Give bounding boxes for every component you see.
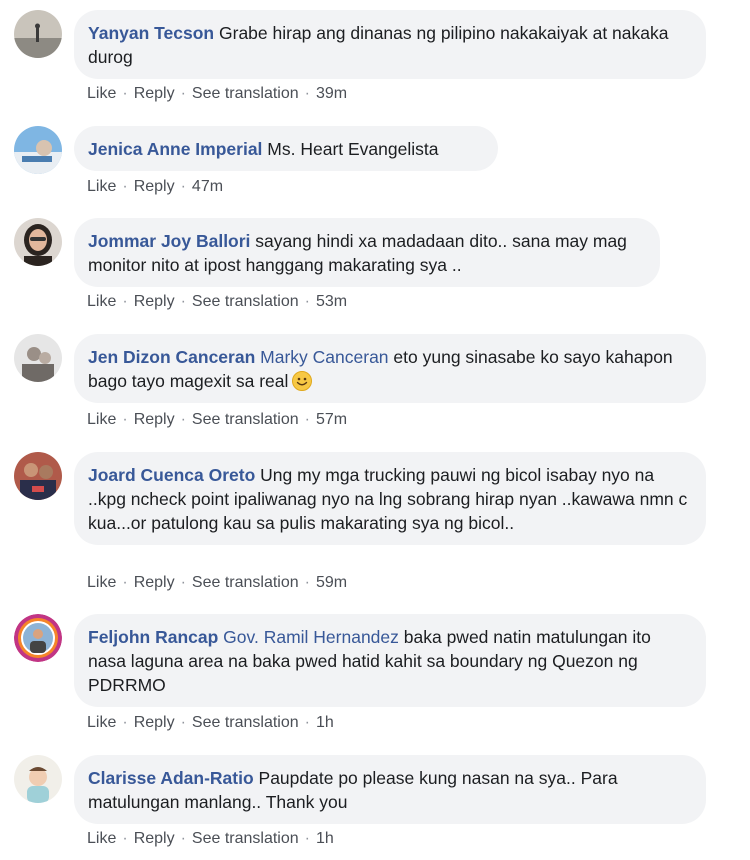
separator-dot: · — [304, 714, 310, 731]
reply-link[interactable]: Reply — [134, 714, 175, 731]
reply-link[interactable]: Reply — [134, 293, 175, 310]
timestamp[interactable]: 1h — [316, 830, 334, 847]
avatar[interactable] — [14, 218, 62, 266]
comment-bubble: Feljohn Rancap Gov. Ramil Hernandez baka… — [74, 614, 706, 707]
comment-actions: Like · Reply · 47m — [87, 178, 223, 196]
timestamp[interactable]: 1h — [316, 714, 334, 731]
like-link[interactable]: Like — [87, 85, 116, 102]
separator-dot: · — [304, 293, 310, 310]
comment-author[interactable]: Joard Cuenca Oreto — [88, 465, 255, 485]
timestamp[interactable]: 59m — [316, 574, 347, 591]
mention-link[interactable]: Gov. Ramil Hernandez — [223, 627, 399, 647]
see-translation-link[interactable]: See translation — [192, 714, 299, 731]
comment-author[interactable]: Jen Dizon Canceran — [88, 347, 255, 367]
separator-dot: · — [304, 411, 310, 428]
reply-link[interactable]: Reply — [134, 830, 175, 847]
separator-dot: · — [122, 574, 128, 591]
like-link[interactable]: Like — [87, 411, 116, 428]
reply-link[interactable]: Reply — [134, 178, 175, 195]
comment-bubble: Jen Dizon Canceran Marky Canceran eto yu… — [74, 334, 706, 403]
see-translation-link[interactable]: See translation — [192, 574, 299, 591]
comment-author[interactable]: Clarisse Adan-Ratio — [88, 768, 254, 788]
see-translation-link[interactable]: See translation — [192, 85, 299, 102]
separator-dot: · — [122, 178, 128, 195]
like-link[interactable]: Like — [87, 830, 116, 847]
comment-author[interactable]: Jommar Joy Ballori — [88, 231, 250, 251]
separator-dot: · — [122, 830, 128, 847]
separator-dot: · — [180, 85, 186, 102]
reply-link[interactable]: Reply — [134, 411, 175, 428]
like-link[interactable]: Like — [87, 293, 116, 310]
avatar[interactable] — [14, 10, 62, 58]
comment-bubble: Jenica Anne Imperial Ms. Heart Evangelis… — [74, 126, 498, 171]
smiley-emoji-icon — [292, 371, 313, 391]
comment-actions: Like · Reply · See translation · 1h — [87, 714, 334, 732]
reply-link[interactable]: Reply — [134, 574, 175, 591]
comment-author[interactable]: Jenica Anne Imperial — [88, 139, 262, 159]
see-translation-link[interactable]: See translation — [192, 411, 299, 428]
comment-author[interactable]: Yanyan Tecson — [88, 23, 214, 43]
comment-text: Ms. Heart Evangelista — [267, 139, 439, 159]
avatar[interactable] — [14, 614, 62, 662]
avatar[interactable] — [14, 452, 62, 500]
separator-dot: · — [180, 714, 186, 731]
separator-dot: · — [122, 714, 128, 731]
comment-actions: Like · Reply · See translation · 59m — [87, 574, 347, 592]
see-translation-link[interactable]: See translation — [192, 293, 299, 310]
separator-dot: · — [180, 574, 186, 591]
avatar[interactable] — [14, 755, 62, 803]
comment-actions: Like · Reply · See translation · 1h — [87, 830, 334, 848]
comment-actions: Like · Reply · See translation · 57m — [87, 411, 347, 429]
separator-dot: · — [122, 293, 128, 310]
separator-dot: · — [304, 85, 310, 102]
separator-dot: · — [180, 830, 186, 847]
separator-dot: · — [304, 574, 310, 591]
mention-link[interactable]: Marky Canceran — [260, 347, 388, 367]
comment-bubble: Yanyan Tecson Grabe hirap ang dinanas ng… — [74, 10, 706, 79]
comment-author[interactable]: Feljohn Rancap — [88, 627, 218, 647]
like-link[interactable]: Like — [87, 714, 116, 731]
separator-dot: · — [180, 293, 186, 310]
separator-dot: · — [122, 411, 128, 428]
separator-dot: · — [180, 411, 186, 428]
separator-dot: · — [304, 830, 310, 847]
comment-bubble: Joard Cuenca Oreto Ung my mga trucking p… — [74, 452, 706, 545]
avatar[interactable] — [14, 334, 62, 382]
like-link[interactable]: Like — [87, 178, 116, 195]
comment-actions: Like · Reply · See translation · 39m — [87, 85, 347, 103]
timestamp[interactable]: 57m — [316, 411, 347, 428]
see-translation-link[interactable]: See translation — [192, 830, 299, 847]
separator-dot: · — [122, 85, 128, 102]
comment-bubble: Jommar Joy Ballori sayang hindi xa madad… — [74, 218, 660, 287]
reply-link[interactable]: Reply — [134, 85, 175, 102]
timestamp[interactable]: 39m — [316, 85, 347, 102]
comment-actions: Like · Reply · See translation · 53m — [87, 293, 347, 311]
avatar[interactable] — [14, 126, 62, 174]
like-link[interactable]: Like — [87, 574, 116, 591]
timestamp[interactable]: 53m — [316, 293, 347, 310]
timestamp[interactable]: 47m — [192, 178, 223, 195]
comment-bubble: Clarisse Adan-Ratio Paupdate po please k… — [74, 755, 706, 824]
separator-dot: · — [180, 178, 186, 195]
